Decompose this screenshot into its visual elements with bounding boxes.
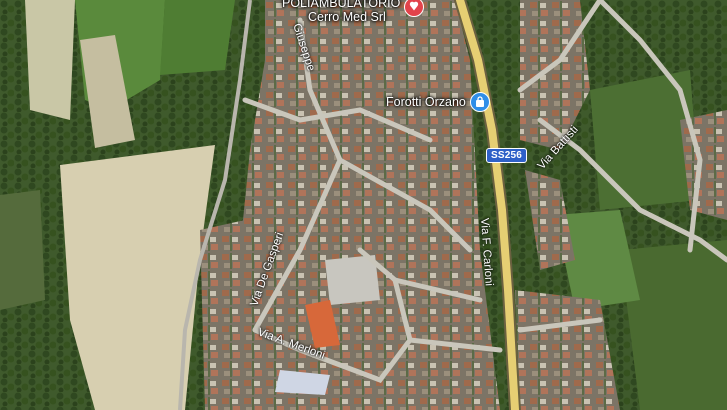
town-west [200,220,250,410]
clinic-poi[interactable]: POLIAMBULATORIO Cerro Med Srl [282,0,425,24]
clinic-name-line1: POLIAMBULATORIO [282,0,401,10]
map-imagery [0,0,727,410]
field-top-left [25,0,75,120]
medical-cross-icon[interactable] [404,0,425,17]
clinic-name-line2: Cerro Med Srl [308,10,386,24]
road-shield-ss256: SS256 [486,148,528,163]
shop-name: Forotti Orzano [386,95,466,109]
shopping-bag-icon[interactable] [469,92,490,112]
field-green-right [160,0,235,75]
clinic-label: POLIAMBULATORIO Cerro Med Srl [282,0,400,24]
satellite-map[interactable]: POLIAMBULATORIO Cerro Med Srl Forotti Or… [0,0,727,410]
town-center [235,0,500,410]
field-left [0,190,45,310]
shop-poi[interactable]: Forotti Orzano [386,92,490,112]
